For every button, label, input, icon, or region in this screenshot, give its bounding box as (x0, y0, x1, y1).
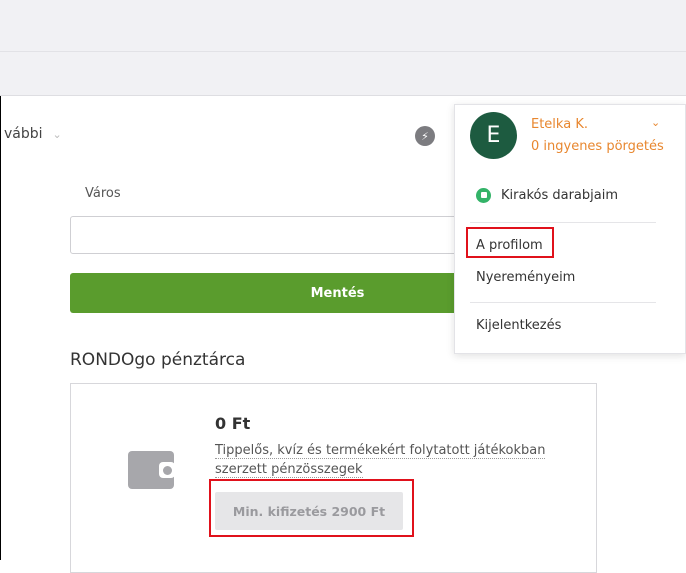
city-label: Város (85, 186, 121, 201)
menu-item-prizes[interactable]: Nyereményeim (476, 270, 575, 285)
avatar[interactable]: E (470, 112, 517, 159)
chevron-down-icon[interactable]: ⌄ (651, 116, 660, 129)
menu-divider (470, 302, 656, 303)
menu-item-logout[interactable]: Kijelentkezés (476, 318, 561, 333)
browser-toolbar (0, 0, 686, 52)
wallet-title: RONDOgo pénztárca (70, 350, 246, 370)
city-input[interactable] (70, 216, 460, 254)
menu-item-puzzles[interactable]: Kirakós darabjaim (476, 188, 618, 203)
wallet-icon (128, 451, 175, 489)
highlight-box-min-payout (209, 479, 414, 537)
free-spins-count: 0 ingyenes pörgetés (531, 139, 664, 154)
highlight-box-my-profile (466, 227, 554, 258)
wallet-description: Tippelős, kvíz és termékekért folytatott… (215, 441, 560, 479)
user-name[interactable]: Etelka K. (531, 117, 588, 132)
bolt-icon[interactable]: ⚡ (415, 126, 435, 146)
wallet-balance: 0 Ft (215, 414, 251, 433)
site-header-bar (0, 52, 686, 96)
nav-more-label: vábbi (4, 126, 43, 142)
chevron-down-icon: ⌄ (52, 127, 62, 141)
menu-divider (470, 222, 656, 223)
menu-item-label: Kirakós darabjaim (501, 188, 619, 203)
nav-more-menu[interactable]: vábbi ⌄ (4, 126, 62, 142)
puzzle-icon (476, 188, 491, 203)
wallet-description-text: Tippelős, kvíz és termékekért folytatott… (215, 443, 546, 478)
